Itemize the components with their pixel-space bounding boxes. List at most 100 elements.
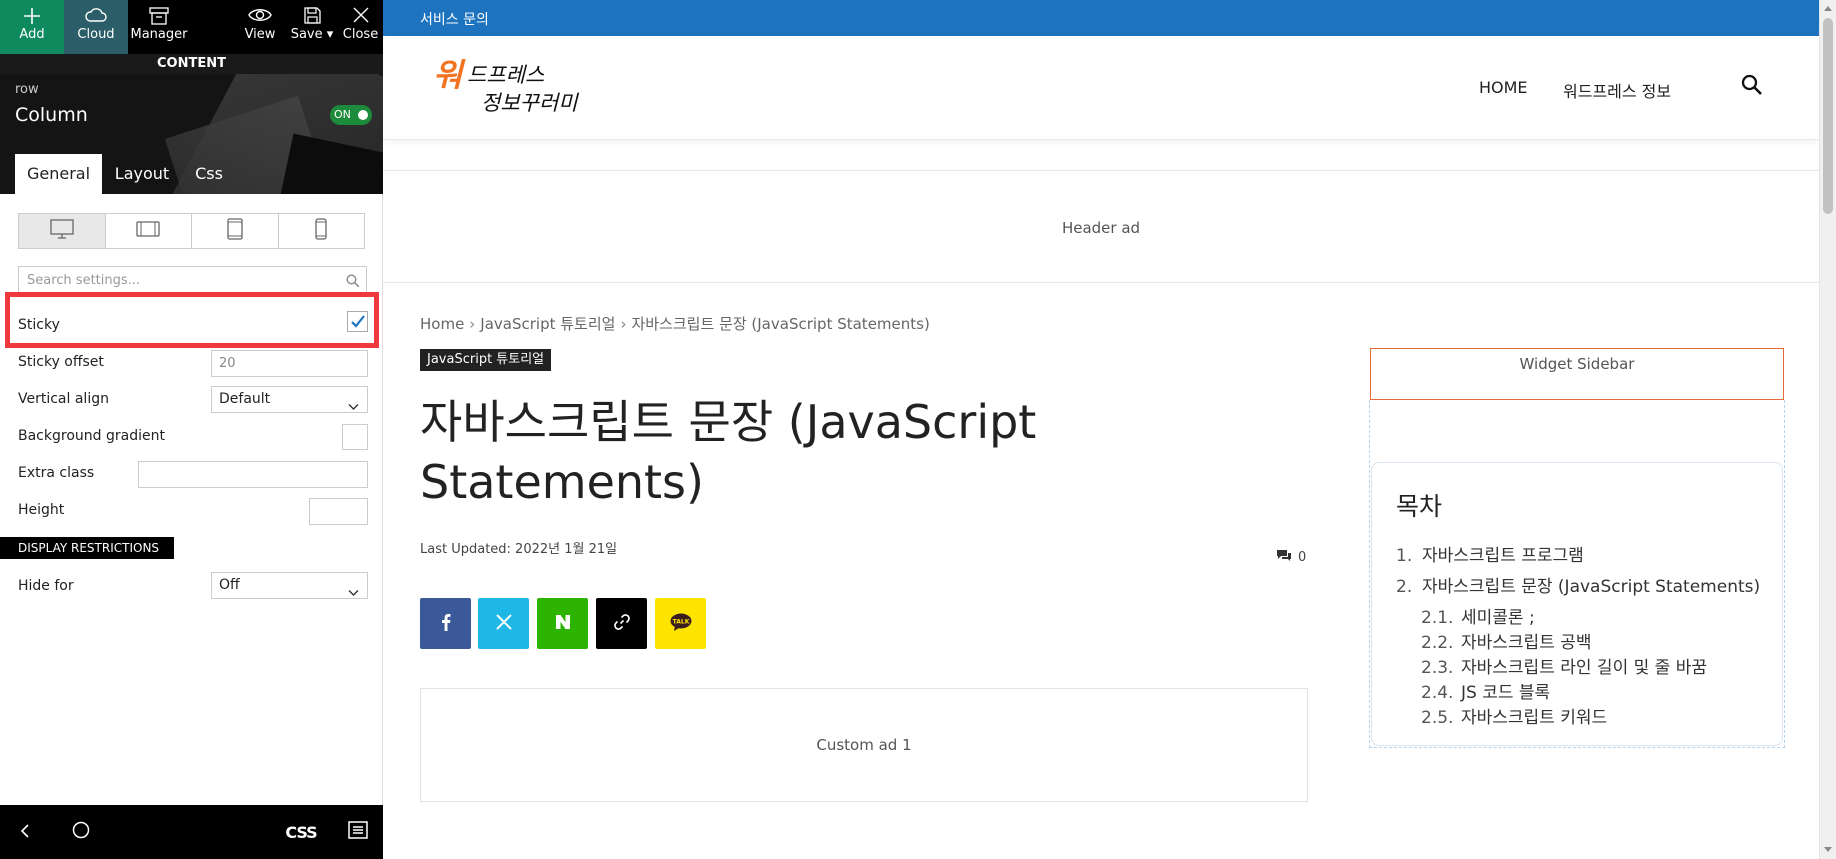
svg-text:TALK: TALK [672,618,689,625]
svg-text:드프레스: 드프레스 [467,63,545,87]
chevron-down-icon [348,395,359,420]
toc-subitem[interactable]: 2.5. 자바스크립트 키워드 [1396,703,1760,728]
last-updated: Last Updated: 2022년 1월 21일 [420,542,618,557]
navigator-button[interactable] [340,805,376,859]
scrollbar-thumb[interactable] [1823,18,1833,214]
save-button[interactable]: Save ▾ [290,0,334,54]
contact-link[interactable]: 서비스 문의 [420,9,489,29]
background-gradient-label: Background gradient [18,428,165,444]
desktop-device-button[interactable] [19,214,106,248]
tablet-landscape-device-button[interactable] [106,214,192,248]
add-label: Add [19,27,45,42]
site-header: 워 드프레스 정보꾸러미 HOME 워드프레스 정보 [383,36,1819,140]
toc-subitem[interactable]: 2.4. JS 코드 블록 [1396,678,1760,703]
page-scrollbar[interactable] [1819,0,1836,859]
svg-text:워: 워 [433,56,466,94]
share-naver-button[interactable] [537,598,588,649]
toggle-label: ON [334,108,351,121]
nav-item-home[interactable]: HOME [1479,78,1528,97]
breadcrumb-separator: › [620,315,627,333]
cloud-icon [64,0,128,28]
logo-image: 워 드프레스 정보꾸러미 [433,56,579,115]
add-button[interactable]: Add [0,0,64,54]
site-search-button[interactable] [1741,74,1763,100]
extra-class-input[interactable] [138,461,368,488]
hide-for-select[interactable]: Off [211,572,368,599]
breadcrumb-category[interactable]: JavaScript 튜토리얼 [480,315,615,333]
custom-ad-label: Custom ad 1 [816,736,912,754]
breadcrumb-separator: › [469,315,476,333]
share-copy-link-button[interactable] [596,598,647,649]
manager-button[interactable]: Manager [128,0,190,54]
mobile-device-button[interactable] [279,214,365,248]
sticky-checkbox[interactable] [347,311,368,332]
css-editor-button[interactable]: CSS [280,805,322,859]
tab-css[interactable]: Css [184,154,234,194]
extra-class-label: Extra class [18,465,95,481]
widget-sidebar-label[interactable]: Widget Sidebar [1370,348,1784,400]
toc-list: 1. 자바스크립트 프로그램 2. 자바스크립트 문장 (JavaScript St… [1396,541,1760,728]
close-button[interactable]: Close [338,0,383,54]
element-enabled-toggle[interactable]: ON [330,105,372,125]
toc-number: 1. [1396,546,1413,566]
site-logo[interactable]: 워 드프레스 정보꾸러미 [431,52,591,126]
cloud-label: Cloud [77,27,115,42]
content-section-title: CONTENT [0,54,383,74]
view-label: View [244,27,276,42]
settings-search [18,266,367,294]
nav-item-wordpress-info[interactable]: 워드프레스 정보 [1563,78,1671,102]
toc-subitem[interactable]: 2.2. 자바스크립트 공백 [1396,628,1760,653]
toc-text: 자바스크립트 공백 [1461,633,1592,653]
hide-for-label: Hide for [18,578,74,594]
comment-count-value: 0 [1298,550,1307,565]
svg-text:정보꾸러미: 정보꾸러미 [481,91,579,115]
toc-item[interactable]: 2. 자바스크립트 문장 (JavaScript Statements) [1396,572,1760,603]
save-label: Save ▾ [290,27,334,42]
toc-subitem[interactable]: 2.3. 자바스크립트 라인 길이 및 줄 바꿈 [1396,653,1760,678]
sticky-highlight-box [5,292,379,348]
cloud-button[interactable]: Cloud [64,0,128,54]
comments-icon [1276,549,1292,566]
device-switcher [18,213,365,249]
kakaotalk-icon: TALK [669,612,693,636]
toc-text: 자바스크립트 문장 (JavaScript Statements) [1422,577,1761,597]
vertical-align-select[interactable]: Default [211,386,368,413]
header-ad-label: Header ad [1061,219,1141,237]
toc-item[interactable]: 1. 자바스크립트 프로그램 [1396,541,1760,572]
comment-count[interactable]: 0 [1276,549,1306,566]
manager-icon [128,0,190,28]
toc-text: 자바스크립트 라인 길이 및 줄 바꿈 [1461,658,1707,678]
share-facebook-button[interactable] [420,598,471,649]
table-of-contents: 목차 1. 자바스크립트 프로그램 2. 자바스크립트 문장 (JavaScript… [1371,462,1783,746]
back-button[interactable] [10,805,40,859]
builder-bottom-bar: CSS [0,805,383,859]
height-input[interactable] [309,498,368,525]
sticky-offset-input[interactable]: 20 [211,350,368,377]
breadcrumb: Home › JavaScript 튜토리얼 › 자바스크립트 문장 (JavaScri… [420,313,930,334]
x-icon [495,613,512,634]
save-icon [290,0,334,28]
close-label: Close [342,27,379,42]
settings-search-input[interactable] [19,267,319,293]
category-badge[interactable]: JavaScript 튜토리얼 [420,349,552,371]
tablet-portrait-device-button[interactable] [192,214,279,248]
toc-number: 2.1. [1421,608,1454,628]
home-button[interactable] [66,805,96,859]
view-button[interactable]: View [236,0,284,54]
background-gradient-picker[interactable] [342,424,368,450]
share-x-button[interactable] [478,598,529,649]
share-kakaotalk-button[interactable]: TALK [655,598,706,649]
breadcrumb-home[interactable]: Home [420,315,464,333]
manager-label: Manager [130,27,188,42]
toc-subitem[interactable]: 2.1. 세미콜론 ; [1396,603,1760,628]
app-window: Add Cloud Manager View Save ▾ Close CONT… [0,0,1836,859]
toc-number: 2. [1396,577,1413,597]
scroll-down-arrow-icon[interactable] [1824,847,1832,852]
tab-general[interactable]: General [15,154,102,194]
hide-for-value: Off [219,577,240,593]
site-preview: 서비스 문의 워 드프레스 정보꾸러미 HOME 워드프레스 정보 Header… [383,0,1819,859]
tab-layout[interactable]: Layout [108,154,176,194]
scroll-up-arrow-icon[interactable] [1824,6,1832,11]
toc-text: 세미콜론 ; [1461,608,1535,628]
checkmark-icon [348,315,367,335]
